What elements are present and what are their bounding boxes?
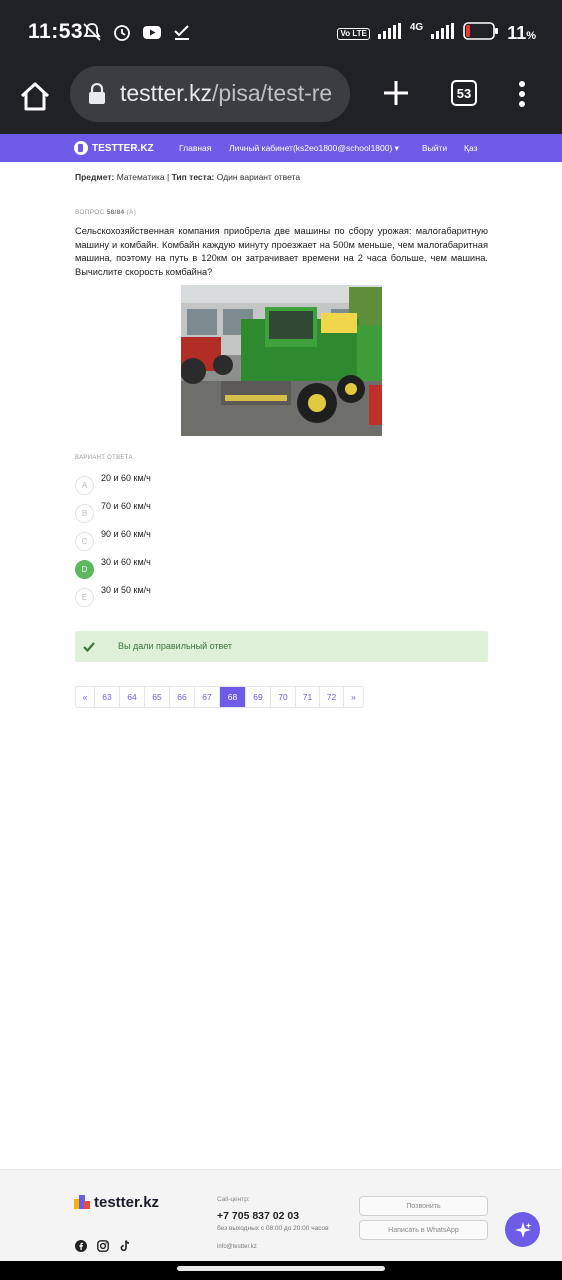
page-68-current[interactable]: 68 xyxy=(220,687,246,707)
answer-option-c[interactable]: C 90 и 60 км/ч xyxy=(75,529,151,551)
tab-switcher-button[interactable]: 53 xyxy=(451,80,477,106)
site-footer: testter.kz Call-центр: +7 705 837 02 03 … xyxy=(0,1169,562,1261)
combine-harvester-image xyxy=(181,285,382,436)
sparkle-icon xyxy=(514,1221,531,1238)
type-label: Тип теста: xyxy=(171,172,215,182)
question-number: 58/84 xyxy=(106,209,125,216)
muted-notification-icon xyxy=(82,22,102,42)
answer-text: 70 и 60 км/ч xyxy=(101,501,151,511)
page-next[interactable]: » xyxy=(344,687,363,707)
instagram-icon[interactable] xyxy=(97,1239,109,1252)
page-71[interactable]: 71 xyxy=(296,687,320,707)
footer-phone[interactable]: +7 705 837 02 03 xyxy=(217,1210,299,1222)
answer-letter: E xyxy=(75,588,94,607)
facebook-icon[interactable] xyxy=(75,1239,87,1252)
test-meta: Предмет: Математика | Тип теста: Один ва… xyxy=(75,172,300,182)
answer-text: 30 и 60 км/ч xyxy=(101,557,151,567)
done-icon xyxy=(172,22,192,42)
answer-letter: A xyxy=(75,476,94,495)
battery-percent: 11% xyxy=(507,23,536,44)
page-66[interactable]: 66 xyxy=(170,687,195,707)
answer-option-e[interactable]: E 30 и 50 км/ч xyxy=(75,585,151,607)
ai-assistant-button[interactable] xyxy=(505,1212,540,1247)
footer-logo[interactable]: testter.kz xyxy=(74,1194,159,1211)
plus-icon xyxy=(384,81,408,105)
question-label-text: ВОПРОС xyxy=(75,209,105,216)
lock-icon xyxy=(88,82,106,105)
more-vert-icon xyxy=(519,81,525,107)
network-type: 4G xyxy=(409,22,424,33)
nav-language[interactable]: Қаз xyxy=(464,143,477,153)
footer-logo-text: testter.kz xyxy=(94,1194,160,1211)
site-logo-text: TESTTER.KZ xyxy=(92,142,154,154)
check-icon xyxy=(83,640,95,653)
answer-option-b[interactable]: B 70 и 60 км/ч xyxy=(75,501,151,523)
new-tab-button[interactable] xyxy=(381,78,411,108)
tiktok-icon[interactable] xyxy=(119,1239,131,1252)
nav-home[interactable]: Главная xyxy=(179,143,211,153)
logo-mark-icon xyxy=(74,141,88,155)
url-text: testter.kz/pisa/test-re xyxy=(120,80,342,107)
question-label: ВОПРОС 58/84 (A) xyxy=(75,209,136,216)
browser-toolbar: testter.kz/pisa/test-re 53 xyxy=(0,66,562,134)
page-70[interactable]: 70 xyxy=(271,687,296,707)
volte-badge: Vo LTE xyxy=(337,27,370,40)
result-alert: Вы дали правильный ответ xyxy=(75,631,488,662)
answer-text: 90 и 60 км/ч xyxy=(101,529,151,539)
footer-hours: без выходных с 08:00 до 20:00 часов xyxy=(217,1225,329,1232)
system-navigation-bar xyxy=(0,1261,562,1280)
footer-logo-icon xyxy=(74,1194,90,1211)
whatsapp-button[interactable]: Написать в WhatsApp xyxy=(359,1220,488,1240)
page-72[interactable]: 72 xyxy=(320,687,344,707)
url-path: /pisa/test-re xyxy=(212,80,333,106)
answer-option-a[interactable]: A 20 и 60 км/ч xyxy=(75,473,151,495)
page-63[interactable]: 63 xyxy=(95,687,120,707)
battery-unit: % xyxy=(526,30,536,42)
answers-label: ВАРИАНТ ОТВЕТА xyxy=(75,455,133,461)
answer-text: 20 и 60 км/ч xyxy=(101,473,151,483)
answer-letter-correct: D xyxy=(75,560,94,579)
site-navbar: TESTTER.KZ Главная Личный кабинет(ks2eo1… xyxy=(0,134,562,162)
home-button[interactable] xyxy=(18,80,52,114)
youtube-icon xyxy=(142,22,162,42)
url-host: testter.kz xyxy=(120,80,213,106)
social-links xyxy=(75,1239,131,1252)
question-image xyxy=(181,285,382,436)
home-icon xyxy=(20,82,50,111)
nav-logout[interactable]: Выйти xyxy=(422,143,447,153)
answer-letter: C xyxy=(75,532,94,551)
answer-text: 30 и 50 км/ч xyxy=(101,585,151,595)
subject-label: Предмет: xyxy=(75,172,115,182)
call-button[interactable]: Позвонить xyxy=(359,1196,488,1216)
battery-value: 11 xyxy=(507,23,527,43)
answer-letter: B xyxy=(75,504,94,523)
alarm-icon xyxy=(112,22,132,42)
site-logo[interactable]: TESTTER.KZ xyxy=(74,141,154,155)
subject-value: Математика | xyxy=(116,172,170,182)
signal-icon-2 xyxy=(431,23,455,44)
page-67[interactable]: 67 xyxy=(195,687,220,707)
page-64[interactable]: 64 xyxy=(120,687,145,707)
call-center-label: Call-центр: xyxy=(217,1196,250,1203)
clock: 11:53 xyxy=(28,20,84,43)
question-flag: (A) xyxy=(126,209,137,216)
signal-icon xyxy=(377,23,402,44)
page-prev[interactable]: « xyxy=(76,687,95,707)
nav-account[interactable]: Личный кабинет(ks2eo1800@school1800) ▾ xyxy=(229,143,399,154)
footer-email[interactable]: info@testter.kz xyxy=(217,1244,257,1250)
type-value: Один вариант ответа xyxy=(216,172,301,182)
gesture-handle[interactable] xyxy=(177,1266,385,1271)
answer-option-d[interactable]: D 30 и 60 км/ч xyxy=(75,557,151,579)
status-bar: 11:53 Vo LTE 4G 11% xyxy=(0,0,562,66)
result-message: Вы дали правильный ответ xyxy=(118,641,233,651)
overflow-menu-button[interactable] xyxy=(512,80,532,108)
question-text: Сельскохозяйственная компания приобрела … xyxy=(75,226,488,277)
page-65[interactable]: 65 xyxy=(145,687,170,707)
address-bar[interactable]: testter.kz/pisa/test-re xyxy=(70,66,350,122)
page-69[interactable]: 69 xyxy=(246,687,271,707)
pagination: « 63 64 65 66 67 68 69 70 71 72 » xyxy=(75,686,364,708)
battery-icon xyxy=(463,22,499,45)
